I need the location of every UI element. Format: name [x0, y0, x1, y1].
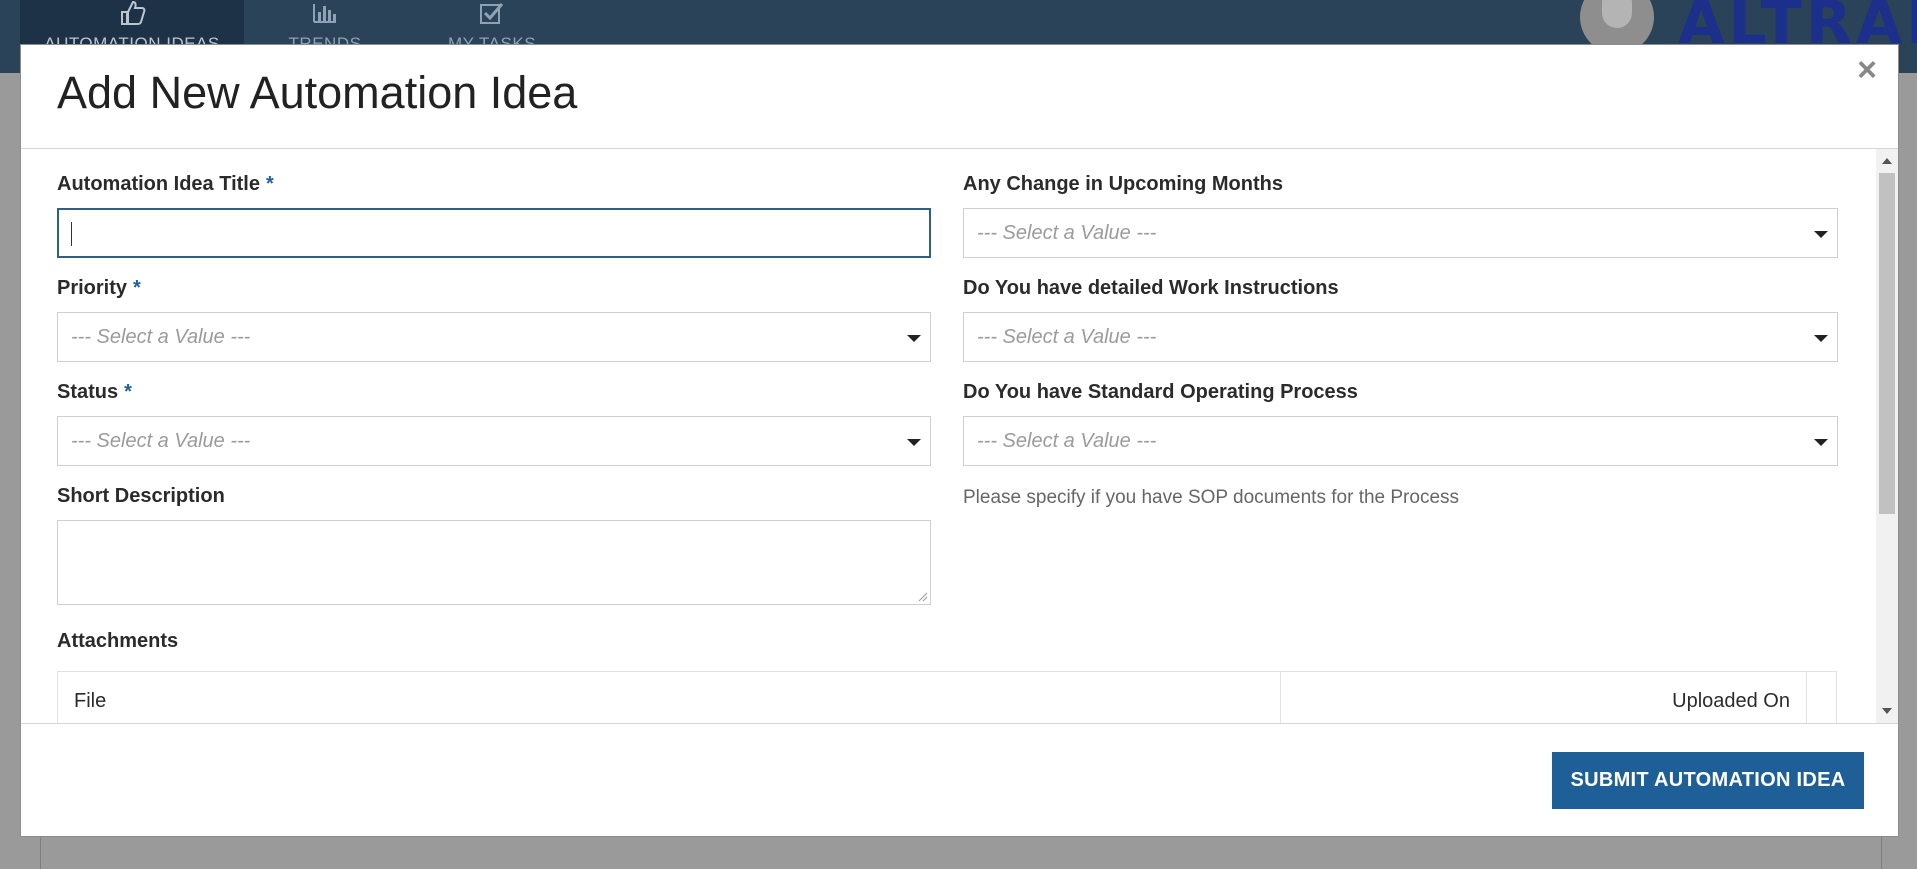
modal-scrollbar[interactable] [1876, 149, 1898, 723]
close-button[interactable]: × [1850, 53, 1884, 87]
priority-select[interactable]: --- Select a Value --- [57, 312, 931, 362]
scroll-down-arrow-icon[interactable] [1882, 708, 1892, 714]
text-cursor [71, 222, 72, 246]
sop-help-text: Please specify if you have SOP documents… [963, 487, 1460, 508]
work-instructions-select[interactable]: --- Select a Value --- [963, 312, 1838, 362]
modal-footer: SUBMIT AUTOMATION IDEA [21, 723, 1898, 836]
select-value: --- Select a Value --- [71, 326, 251, 348]
avatar-silhouette [1602, 0, 1632, 28]
label-text: Priority [57, 277, 128, 299]
select-value: --- Select a Value --- [977, 222, 1157, 244]
column-header-file[interactable]: File [74, 690, 106, 713]
column-divider [1280, 672, 1281, 723]
dropdown-arrow-icon [1814, 335, 1828, 342]
resize-handle-icon[interactable] [916, 590, 928, 602]
scroll-up-arrow-icon[interactable] [1882, 158, 1892, 164]
bar-chart-icon [313, 4, 336, 23]
automation-title-label: Automation Idea Title * [57, 173, 274, 196]
automation-title-input[interactable] [57, 208, 931, 258]
priority-label: Priority * [57, 277, 141, 300]
label-text: Status [57, 381, 119, 403]
required-mark: * [265, 173, 274, 195]
modal-title: Add New Automation Idea [57, 67, 578, 118]
short-description-textarea[interactable] [57, 520, 931, 605]
select-value: --- Select a Value --- [977, 430, 1157, 452]
sop-select[interactable]: --- Select a Value --- [963, 416, 1838, 466]
required-mark: * [124, 381, 132, 403]
checkbox-icon [480, 3, 504, 24]
select-value: --- Select a Value --- [71, 430, 251, 452]
status-label: Status * [57, 381, 132, 404]
attachments-label: Attachments [57, 630, 179, 652]
column-header-uploaded-on[interactable]: Uploaded On [1672, 690, 1790, 713]
column-divider [1806, 672, 1807, 723]
attachments-table: File Uploaded On [57, 671, 1837, 723]
scroll-thumb[interactable] [1879, 173, 1895, 514]
sop-label: Do You have Standard Operating Process [963, 381, 1358, 403]
submit-automation-idea-button[interactable]: SUBMIT AUTOMATION IDEA [1552, 752, 1864, 809]
dropdown-arrow-icon [907, 335, 921, 342]
upcoming-changes-label: Any Change in Upcoming Months [963, 173, 1283, 195]
work-instructions-label: Do You have detailed Work Instructions [963, 277, 1339, 299]
upcoming-changes-select[interactable]: --- Select a Value --- [963, 208, 1838, 258]
modal-header: Add New Automation Idea × [21, 45, 1898, 149]
dropdown-arrow-icon [907, 439, 921, 446]
dropdown-arrow-icon [1814, 439, 1828, 446]
thumbs-up-icon [121, 0, 146, 25]
required-mark: * [133, 277, 141, 299]
label-text: Automation Idea Title [57, 173, 260, 195]
dropdown-arrow-icon [1814, 231, 1828, 238]
add-automation-idea-modal: Add New Automation Idea × Automation Ide… [20, 44, 1899, 837]
status-select[interactable]: --- Select a Value --- [57, 416, 931, 466]
short-description-label: Short Description [57, 485, 225, 507]
modal-body[interactable]: Automation Idea Title * Priority * --- Sel… [21, 149, 1898, 723]
select-value: --- Select a Value --- [977, 326, 1157, 348]
